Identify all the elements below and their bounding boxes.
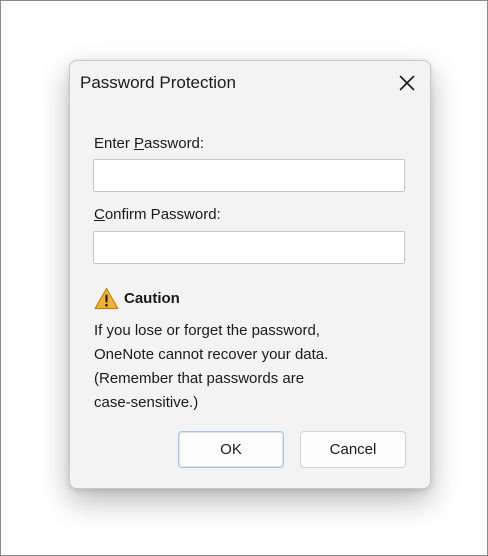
caution-line: If you lose or forget the password, [94, 322, 320, 339]
password-protection-dialog: Password Protection Enter Password: Conf… [69, 60, 431, 489]
ok-button[interactable]: OK [178, 431, 284, 468]
enter-password-label: Enter Password: [94, 135, 205, 152]
close-icon [399, 75, 415, 91]
caution-title: Caution [124, 290, 180, 307]
screenshot-frame: Password Protection Enter Password: Conf… [0, 0, 488, 556]
enter-password-input[interactable] [93, 159, 405, 192]
access-key-c: C [94, 206, 105, 223]
caution-header: Caution [94, 287, 180, 310]
warning-icon [94, 287, 119, 310]
dialog-title: Password Protection [80, 73, 236, 92]
cancel-button[interactable]: Cancel [300, 431, 406, 468]
caution-line: (Remember that passwords are [94, 370, 305, 387]
title-bar: Password Protection [70, 61, 430, 105]
confirm-password-label: Confirm Password: [94, 206, 221, 223]
caution-line: case-sensitive.) [94, 394, 199, 411]
close-button[interactable] [390, 67, 424, 99]
caution-message: If you lose or forget the password, OneN… [94, 319, 414, 415]
caution-line: OneNote cannot recover your data. [94, 346, 329, 363]
access-key-p: P [134, 135, 145, 152]
confirm-password-input[interactable] [93, 231, 405, 264]
